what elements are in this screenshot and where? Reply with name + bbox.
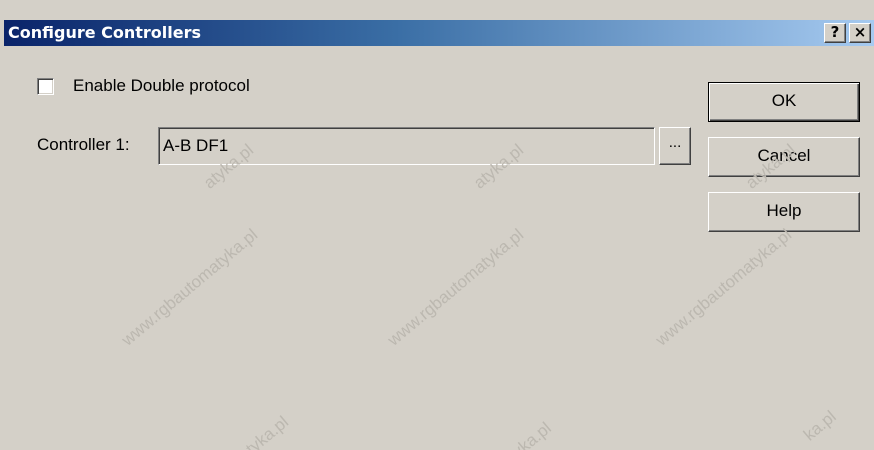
close-icon[interactable]: × (849, 23, 871, 43)
controller-1-field[interactable]: A-B DF1 (158, 127, 655, 165)
controller-1-label: Controller 1: (37, 135, 130, 154)
help-icon[interactable]: ? (824, 23, 846, 43)
help-button[interactable]: Help (708, 192, 860, 232)
watermark-text: www.rgbautomatyka.pl (384, 225, 528, 350)
controller-1-browse-button[interactable]: ... (659, 127, 691, 165)
title-bar[interactable]: Configure Controllers ? × (4, 20, 874, 46)
watermark-text: www.rgbautomatyka.pl (118, 225, 262, 350)
configure-controllers-dialog: Configure Controllers ? × Enable Double … (0, 0, 874, 450)
enable-double-protocol-label: Enable Double protocol (73, 76, 250, 95)
watermark-text: www.rgbautomatyka.pl (652, 225, 796, 350)
enable-double-protocol-checkbox[interactable] (37, 78, 54, 95)
ok-button[interactable]: OK (708, 82, 860, 122)
dialog-title: Configure Controllers (8, 23, 202, 42)
cancel-button[interactable]: Cancel (708, 137, 860, 177)
watermark-text: atyka.pl (235, 412, 293, 450)
watermark-text: tyka.pl (505, 418, 555, 450)
watermark-text: ka.pl (800, 406, 840, 445)
